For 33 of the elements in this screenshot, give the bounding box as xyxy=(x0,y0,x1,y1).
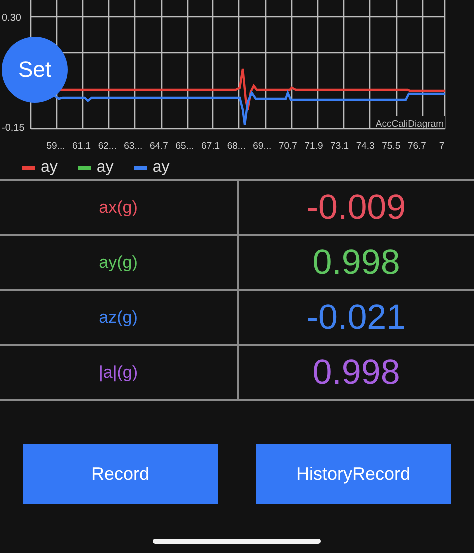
axis-label: 63... xyxy=(124,141,143,152)
axis-label: 65... xyxy=(176,141,194,152)
axis-label: 76.7 xyxy=(408,141,426,152)
axis-label: 69... xyxy=(253,141,272,152)
axis-label: 74.3 xyxy=(356,141,375,152)
axis-label: 71.9 xyxy=(304,141,324,152)
reading-label: |a|(g) xyxy=(98,362,138,382)
history-record-button[interactable]: HistoryRecord xyxy=(256,444,451,504)
axis-label: 75.5 xyxy=(382,141,401,152)
reading-label: ax(g) xyxy=(99,198,138,218)
axis-label: 59... xyxy=(46,141,66,152)
axis-label: 7 xyxy=(439,141,445,152)
chart-watermark: AccCaliDiagram xyxy=(376,119,444,130)
reading-value: 0.998 xyxy=(312,352,400,392)
axis-label: 68... xyxy=(227,141,246,152)
axis-label: 70.7 xyxy=(278,141,298,152)
legend-label: ay xyxy=(96,159,114,177)
axis-label: -0.15 xyxy=(2,123,25,134)
axis-label: 0.30 xyxy=(2,13,22,24)
axis-label: 64.7 xyxy=(150,141,168,152)
axis-label: 62... xyxy=(98,141,117,152)
reading-value: 0.998 xyxy=(312,242,400,282)
axis-label: 61.1 xyxy=(72,141,92,152)
reading-label: ay(g) xyxy=(99,252,138,272)
reading-label: az(g) xyxy=(99,308,138,328)
legend-label: ay xyxy=(152,159,170,177)
reading-value: -0.009 xyxy=(306,188,406,228)
reading-value: -0.021 xyxy=(306,298,406,338)
axis-label: 73.1 xyxy=(330,141,350,152)
axis-label: 67.1 xyxy=(202,141,220,152)
set-button[interactable]: Set xyxy=(2,37,68,103)
record-button[interactable]: Record xyxy=(23,444,218,504)
legend-label: ay xyxy=(41,159,58,177)
